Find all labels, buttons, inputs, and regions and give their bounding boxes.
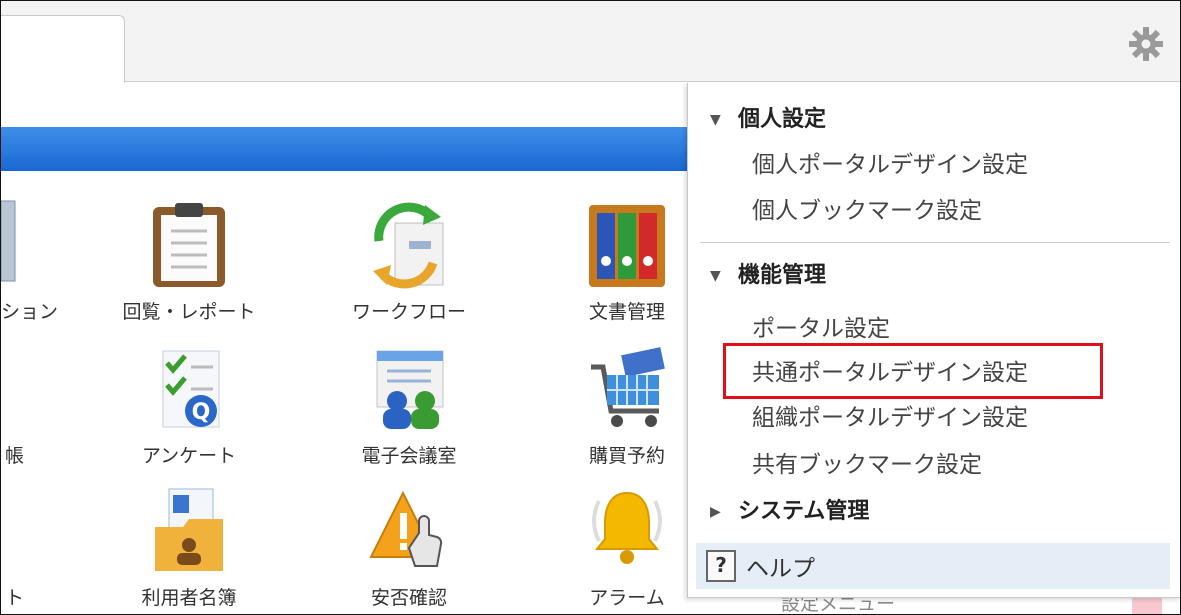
app-safety-confirmation[interactable]: 安否確認 [339,487,479,614]
app-label[interactable]: ション [1,297,58,324]
app-frame: ション 回覧・レポート ワークフロー 文書管理 帳 Q アンケート 電子会議室 … [0,0,1181,615]
app-user-directory[interactable]: 利用者名簿 [119,487,259,614]
caret-down-icon: ▼ [710,268,721,284]
caret-right-icon: ▶ [710,504,721,520]
caret-down-icon: ▼ [710,112,721,128]
help-label: ヘルプ [746,556,815,582]
tab-bar [1,1,1180,83]
side-marker [1132,597,1162,614]
section-personal-settings[interactable]: ▼ 個人設定 [710,101,826,133]
app-label: 安否確認 [370,587,447,609]
help-icon: ? [706,550,736,582]
app-label: ワークフロー [351,301,466,323]
section-title: 機能管理 [738,263,827,288]
section-system-management[interactable]: ▶ システム管理 [710,493,869,525]
app-label: 文書管理 [588,301,665,323]
app-document-management[interactable]: 文書管理 [557,201,697,331]
app-conference-room[interactable]: 電子会議室 [339,345,479,475]
warning-icon [369,490,443,567]
help-menu-item[interactable]: ? ヘルプ [696,543,1170,589]
app-survey[interactable]: Q アンケート [119,345,259,475]
app-label: 購買予約 [588,445,665,467]
app-label: 利用者名簿 [141,587,237,609]
menu-item-org-portal-design[interactable]: 組織ポータルデザイン設定 [752,398,1028,432]
menu-item-common-portal-design[interactable]: 共通ポータルデザイン設定 [752,353,1028,387]
app-workflow[interactable]: ワークフロー [339,201,479,331]
menu-item-portal-settings[interactable]: ポータル設定 [752,309,890,343]
portal-header-band [1,127,701,171]
app-alarm[interactable]: アラーム [557,487,697,614]
workflow-icon [373,202,444,289]
section-title: 個人設定 [738,107,827,132]
app-label: アラーム [589,587,665,609]
conference-icon [376,350,444,429]
gear-icon[interactable] [1128,26,1164,62]
app-label[interactable]: 帳 [5,441,24,468]
app-label: アンケート [141,445,237,467]
bell-icon [592,491,662,564]
app-label: 回覧・レポート [122,301,256,323]
binders-icon [589,205,665,287]
svg-text:Q: Q [192,400,211,425]
menu-divider [700,242,1170,243]
menu-item-personal-portal-design[interactable]: 個人ポータルデザイン設定 [752,145,1028,179]
menu-item-personal-bookmark[interactable]: 個人ブックマーク設定 [752,191,982,225]
app-purchase-reservation[interactable]: 購買予約 [557,345,697,475]
cart-icon [591,347,665,427]
directory-icon [155,488,223,571]
app-label: 電子会議室 [361,445,457,467]
survey-icon: Q [162,350,220,428]
menu-item-shared-bookmark[interactable]: 共有ブックマーク設定 [752,445,982,479]
app-label[interactable]: ト [5,583,24,610]
section-function-management[interactable]: ▼ 機能管理 [710,257,826,289]
section-title: システム管理 [738,499,870,524]
settings-dropdown-menu: ▼ 個人設定 個人ポータルデザイン設定 個人ブックマーク設定 ▼ 機能管理 ポータル… [687,83,1180,598]
clipboard-icon [153,203,225,287]
presentation-icon[interactable] [1,197,19,285]
app-circulation-report[interactable]: 回覧・レポート [119,201,259,331]
portal-tab[interactable] [1,15,125,83]
